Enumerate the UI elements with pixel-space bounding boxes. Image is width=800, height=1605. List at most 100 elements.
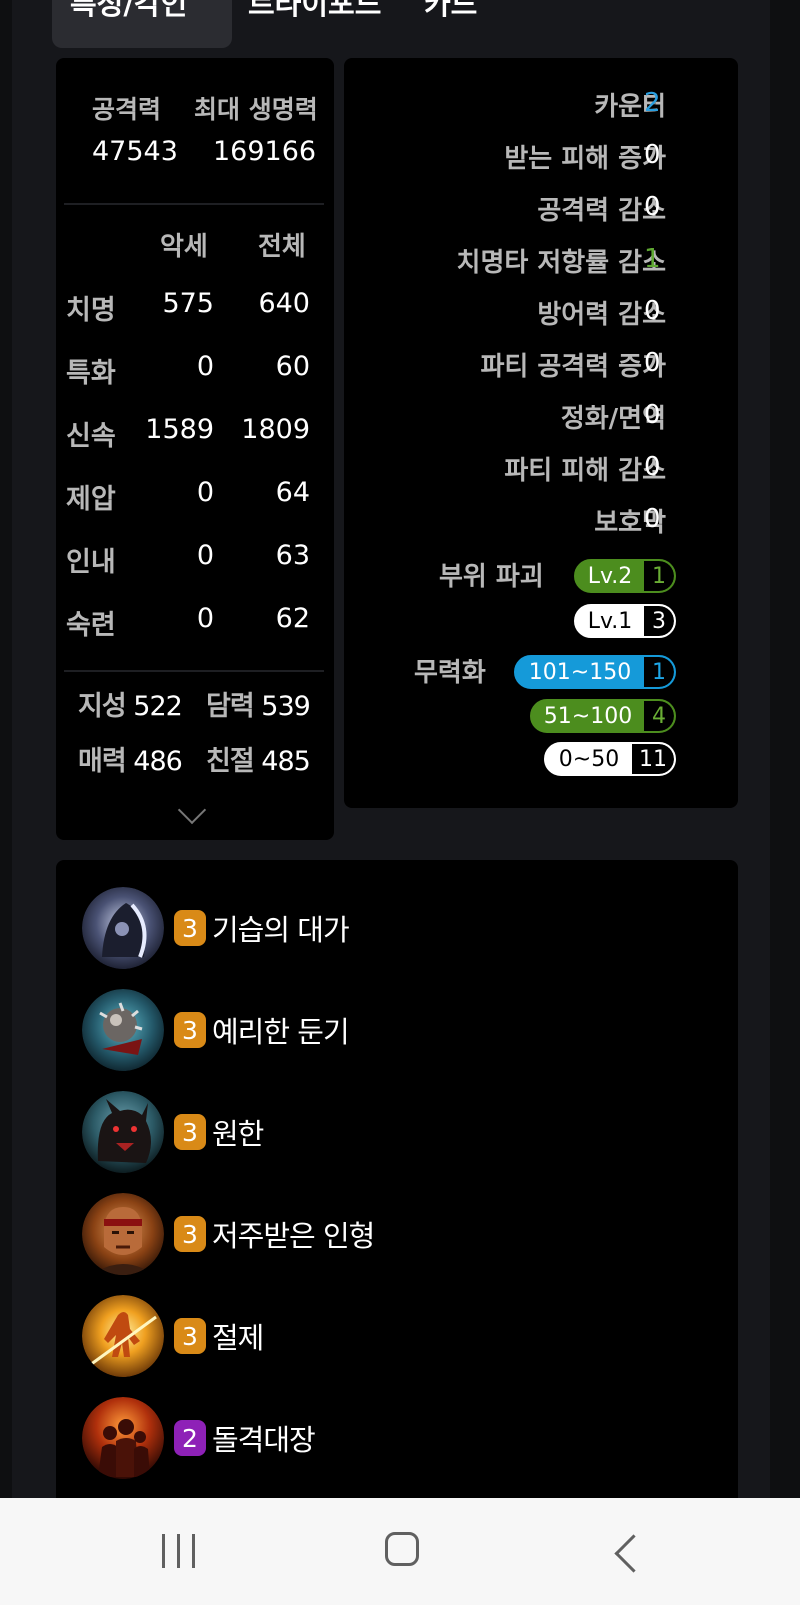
attack-value: 47543	[92, 136, 178, 167]
stagger-pill-mid: 51~100 4	[530, 699, 676, 733]
stat-acc-value: 1589	[145, 414, 214, 445]
pill-range: 0~50	[558, 746, 620, 772]
effect-value: 0	[644, 400, 661, 430]
effect-row: 치명타 저항률 감소	[457, 240, 666, 280]
engraving-level-badge: 3	[174, 1318, 206, 1354]
stat-acc-value: 0	[196, 477, 214, 508]
pill-range: 51~100	[543, 703, 633, 729]
tab-traits-engravings[interactable]: 특성/각인	[52, 0, 232, 48]
divider	[64, 670, 324, 672]
engraving-name: 저주받은 인형	[212, 1219, 375, 1253]
tab-cards[interactable]: 카드	[406, 0, 495, 48]
engraving-name: 돌격대장	[212, 1423, 316, 1457]
engraving-name: 기습의 대가	[212, 913, 350, 947]
engraving-item[interactable]: 3 절제	[82, 1294, 264, 1378]
system-nav-bar	[0, 1498, 800, 1605]
part-break-label: 부위 파괴	[439, 562, 544, 592]
effect-label: 파티 공격력 증가	[480, 351, 666, 382]
stagger-label: 무력화	[414, 658, 486, 688]
engraving-item[interactable]: 3 저주받은 인형	[82, 1192, 375, 1276]
effect-row: 파티 공격력 증가	[480, 344, 666, 384]
effect-value: 1	[644, 244, 661, 274]
effect-value: 0	[644, 140, 661, 170]
expand-chevron-icon[interactable]	[177, 795, 207, 825]
engraving-item[interactable]: 2 돌격대장	[82, 1396, 316, 1480]
engraving-name: 원한	[212, 1117, 264, 1151]
hooded-assassin-icon	[82, 887, 164, 969]
effect-value: 0	[644, 348, 661, 378]
cursed-doll-icon	[82, 1193, 164, 1275]
engraving-level-badge: 3	[174, 910, 206, 946]
effect-row: 받는 피해 증가	[504, 136, 666, 176]
pill-count: 3	[644, 606, 674, 636]
engraving-item[interactable]: 3 원한	[82, 1090, 264, 1174]
recent-apps-icon[interactable]	[162, 1534, 196, 1568]
pill-count: 1	[644, 657, 674, 687]
flame-warrior-icon	[82, 1295, 164, 1377]
stat-acc-value: 0	[196, 540, 214, 571]
stat-total-value: 64	[275, 477, 310, 508]
attr-value: 485	[261, 746, 311, 777]
effects-panel: 카운터 2 받는 피해 증가 0 공격력 감소 0 치명타 저항률 감소 1 방…	[344, 58, 738, 808]
effect-value: 0	[644, 192, 661, 222]
stat-total-value: 63	[275, 540, 310, 571]
demon-beast-icon	[82, 1091, 164, 1173]
engraving-level-badge: 3	[174, 1216, 206, 1252]
stats-panel: 공격력 47543 최대 생명력 169166 악세 전체 치명 575 640…	[56, 58, 334, 840]
profile-screen: 특성/각인 트라이포드 카드 공격력 47543 최대 생명력 169166 악…	[12, 0, 770, 1498]
col-accessory-header: 악세	[160, 232, 208, 262]
stat-acc-value: 0	[196, 351, 214, 382]
charging-crowd-icon	[82, 1397, 164, 1479]
attack-label: 공격력	[92, 95, 162, 124]
hp-label: 최대 생명력	[194, 95, 318, 124]
engraving-level-badge: 2	[174, 1420, 206, 1456]
part-break-lv2-pill: Lv.2 1	[574, 559, 676, 593]
spiked-mace-icon	[82, 989, 164, 1071]
home-icon[interactable]	[385, 1532, 419, 1566]
pill-level: Lv.2	[587, 563, 633, 589]
stat-acc-value: 0	[196, 603, 214, 634]
attr-label: 매력	[78, 746, 127, 777]
stagger-pill-low: 0~50 11	[544, 742, 676, 776]
effect-label: 받는 피해 증가	[504, 143, 666, 174]
attr-value: 522	[133, 691, 183, 722]
pill-count: 4	[644, 701, 674, 731]
stat-total-value: 60	[275, 351, 310, 382]
pill-range: 101~150	[528, 659, 632, 685]
stagger-pill-high: 101~150 1	[514, 655, 676, 689]
attr-value: 486	[133, 746, 183, 777]
effect-value: 2	[644, 88, 661, 118]
stat-label: 특화	[66, 358, 116, 389]
attr-courage: 담력 539	[206, 684, 311, 723]
stat-label: 신속	[66, 421, 116, 452]
tab-tripod[interactable]: 트라이포드	[230, 0, 399, 48]
effect-value: 0	[644, 504, 661, 534]
attr-intellect: 지성 522	[78, 684, 183, 723]
effect-label: 치명타 저항률 감소	[456, 247, 666, 278]
engraving-level-badge: 3	[174, 1114, 206, 1150]
divider	[64, 203, 324, 205]
engraving-level-badge: 3	[174, 1012, 206, 1048]
engravings-panel: 3 기습의 대가 3 예리한 둔기 3 원한 3 저주받은 인형 3 절제 2 …	[56, 860, 738, 1498]
attr-label: 담력	[206, 691, 255, 722]
effect-value: 0	[644, 452, 661, 482]
pill-level: Lv.1	[587, 608, 633, 634]
stat-label: 숙련	[66, 610, 116, 641]
stat-label: 제압	[66, 484, 116, 515]
engraving-name: 절제	[212, 1321, 264, 1355]
engraving-item[interactable]: 3 기습의 대가	[82, 886, 350, 970]
part-break-lv1-pill: Lv.1 3	[574, 604, 676, 638]
col-total-header: 전체	[258, 232, 306, 262]
back-icon[interactable]	[614, 1534, 653, 1573]
attr-kindness: 친절 485	[206, 739, 311, 778]
pill-count: 1	[644, 561, 674, 591]
attr-label: 지성	[78, 691, 127, 722]
stat-label: 치명	[66, 295, 116, 326]
engraving-item[interactable]: 3 예리한 둔기	[82, 988, 350, 1072]
stat-acc-value: 575	[162, 288, 214, 319]
attr-label: 친절	[206, 746, 255, 777]
stat-total-value: 1809	[241, 414, 310, 445]
effect-value: 0	[644, 296, 661, 326]
stat-total-value: 62	[275, 603, 310, 634]
engraving-name: 예리한 둔기	[212, 1015, 350, 1049]
